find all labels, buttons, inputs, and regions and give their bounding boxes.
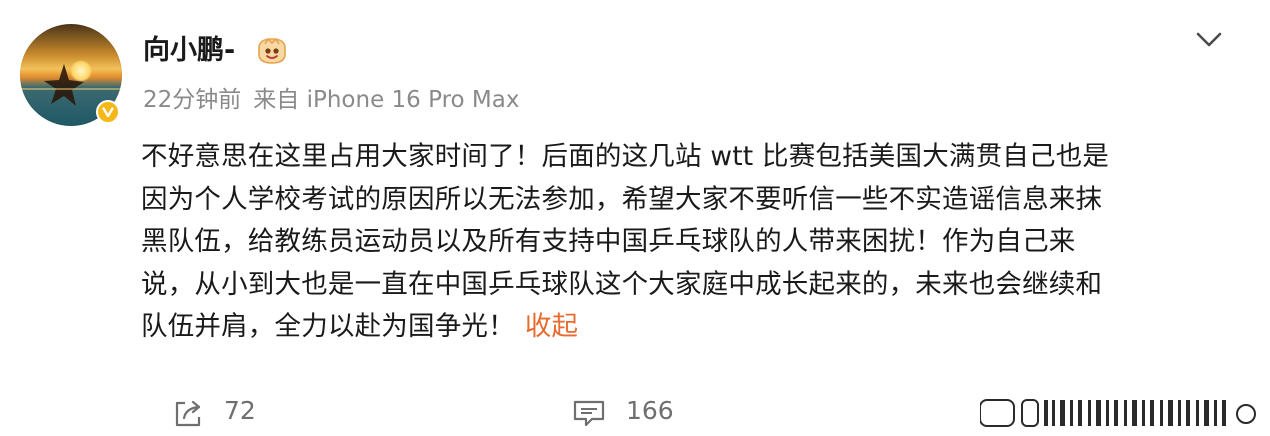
comment-count[interactable]: 166 [626,396,674,426]
post-line: 因为个人学校考试的原因所以无法参加，希望大家不要听信一些不实造谣信息来抹 [141,183,1103,215]
post-line: 不好意思在这里占用大家时间了！后面的这几站 wtt 比赛包括美国大满贯自己也是 [141,141,1110,172]
post-body: 不好意思在这里占用大家时间了！后面的这几站 wtt 比赛包括美国大满贯自己也是 … [141,136,1231,349]
share-arrow-icon[interactable] [172,398,204,430]
chevron-down-icon[interactable] [1192,30,1226,50]
post-line-text: 队伍并肩，全力以赴为国争光！ [141,311,515,342]
post-meta: 22分钟前 来自 iPhone 16 Pro Max [143,86,519,114]
post-time: 22分钟前 [143,87,242,113]
verified-v-icon [96,100,120,124]
fan-badge-icon [258,37,286,64]
post-line: 说，从小到大也是一直在中国乒乓球队这个大家庭中成长起来的，未来也会继续和 [141,268,1103,300]
watermark-barcode [980,399,1256,427]
collapse-link[interactable]: 收起 [525,311,578,342]
username[interactable]: 向小鹏- [143,36,235,66]
post-line: 黑队伍，给教练员运动员以及所有支持中国乒乓球队的人带来困扰！作为自己来 [141,226,1076,257]
post-source: 来自 iPhone 16 Pro Max [253,87,520,113]
comment-bubble-icon[interactable] [572,398,606,428]
repost-count[interactable]: 72 [224,396,256,426]
post-line-last: 队伍并肩，全力以赴为国争光！ 收起 [141,306,1231,349]
